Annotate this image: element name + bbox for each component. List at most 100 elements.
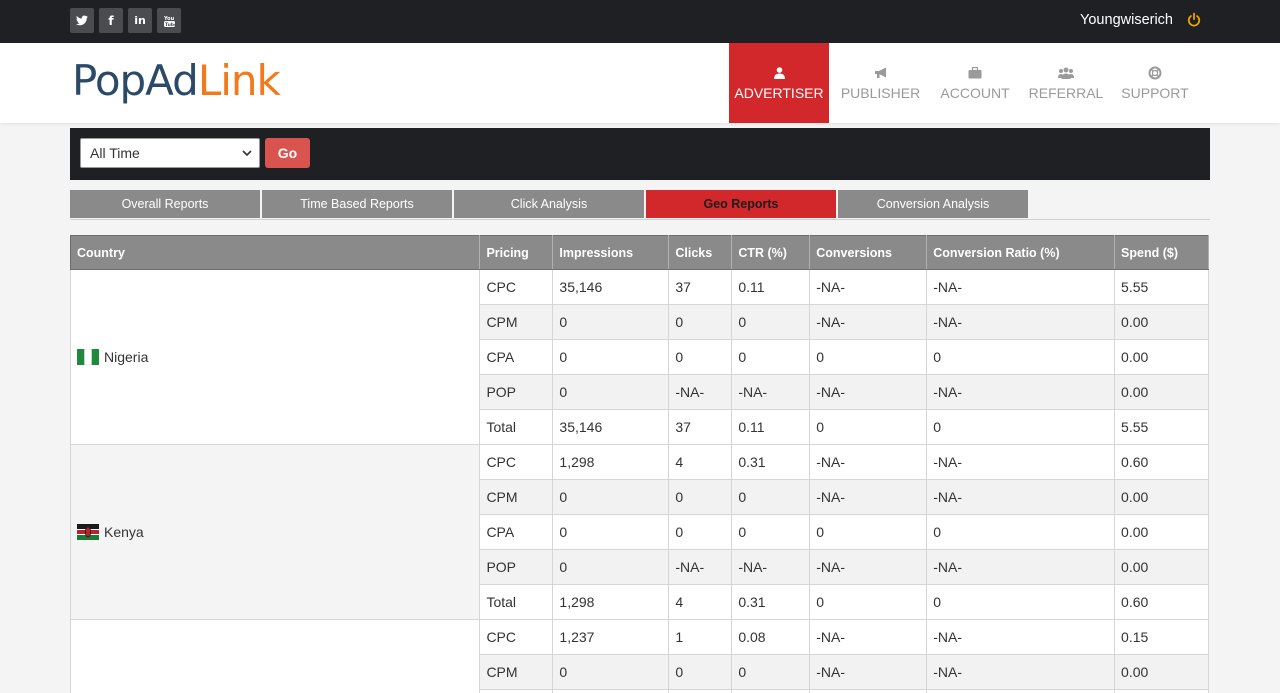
col-header-conversions[interactable]: Conversions	[809, 235, 928, 270]
cell-conversion-ratio: 0	[926, 584, 1116, 620]
cell-pricing: Total	[479, 409, 554, 445]
country-name: Nigeria	[104, 349, 149, 365]
cell-impressions: 35,146	[552, 409, 670, 445]
cell-spend: 5.55	[1114, 269, 1209, 305]
user-icon	[771, 66, 787, 80]
top-bar: f in YouTube Youngwiserich	[0, 0, 1280, 43]
cell-spend: 0.00	[1114, 514, 1209, 550]
cell-conversions: -NA-	[809, 654, 928, 690]
cell-pricing: CPM	[479, 654, 554, 690]
cell-conversions: -NA-	[809, 444, 928, 480]
cell-clicks: 37	[668, 269, 733, 305]
cell-pricing: CPC	[479, 619, 554, 655]
cell-pricing: Total	[479, 584, 554, 620]
cell-conversions: -NA-	[809, 374, 928, 410]
bullhorn-icon	[873, 66, 889, 80]
col-header-conversion-ratio[interactable]: Conversion Ratio (%)	[926, 235, 1116, 270]
cell-conversion-ratio: -NA-	[926, 269, 1116, 305]
time-range-select[interactable]: All Time	[80, 138, 260, 168]
nav-advertiser[interactable]: ADVERTISER	[729, 43, 829, 123]
table-row: CPC 1,237 1 0.08 -NA- -NA- 0.15	[69, 619, 1209, 693]
filter-bar: All Time Go	[70, 128, 1210, 180]
linkedin-icon[interactable]: in	[128, 8, 152, 33]
cell-clicks: 0	[668, 304, 733, 340]
cell-pricing: CPC	[479, 444, 554, 480]
cell-clicks: 37	[668, 409, 733, 445]
twitter-icon[interactable]	[70, 8, 94, 33]
cell-spend: 0.00	[1114, 549, 1209, 585]
geo-report-table-wrap: Country Pricing Impressions Clicks CTR (…	[69, 235, 1209, 693]
life-ring-icon	[1147, 66, 1163, 80]
cell-spend	[1114, 689, 1209, 693]
cell-pricing: CPA	[479, 514, 554, 550]
cell-spend: 0.15	[1114, 619, 1209, 655]
col-header-pricing[interactable]: Pricing	[479, 235, 554, 270]
youtube-icon[interactable]: YouTube	[157, 8, 181, 33]
col-header-clicks[interactable]: Clicks	[668, 235, 733, 270]
svg-text:Tube: Tube	[165, 22, 175, 27]
cell-conversions: 0	[809, 339, 928, 375]
cell-ctr: 0.31	[731, 444, 811, 480]
power-icon[interactable]	[1187, 12, 1201, 28]
cell-conversions: -NA-	[809, 479, 928, 515]
nav-referral[interactable]: REFERRAL	[1018, 43, 1114, 123]
cell-conversion-ratio: -NA-	[926, 654, 1116, 690]
cell-conversion-ratio: -NA-	[926, 479, 1116, 515]
cell-pricing: CPM	[479, 304, 554, 340]
cell-spend: 0.60	[1114, 444, 1209, 480]
cell-pricing: CPA	[479, 339, 554, 375]
nav-support[interactable]: SUPPORT	[1114, 43, 1196, 123]
cell-conversion-ratio: -NA-	[926, 304, 1116, 340]
cell-conversions	[809, 689, 928, 693]
cell-conversions: -NA-	[809, 304, 928, 340]
cell-impressions: 0	[552, 374, 670, 410]
cell-impressions	[552, 689, 670, 693]
cell-impressions: 1,237	[552, 619, 670, 655]
country-name: Kenya	[104, 524, 144, 540]
col-header-country[interactable]: Country	[69, 235, 481, 270]
cell-conversions: -NA-	[809, 269, 928, 305]
cell-clicks: 0	[668, 654, 733, 690]
tab-conversion-analysis[interactable]: Conversion Analysis	[838, 190, 1028, 218]
username[interactable]: Youngwiserich	[1080, 12, 1173, 28]
social-links: f in YouTube	[70, 8, 181, 33]
nav-publisher[interactable]: PUBLISHER	[829, 43, 932, 123]
popadlink-logo[interactable]: PopAdLink	[72, 55, 281, 107]
cell-conversions: -NA-	[809, 549, 928, 585]
country-cell: Kenya	[69, 444, 481, 620]
cell-impressions: 0	[552, 549, 670, 585]
cell-spend: 0.00	[1114, 339, 1209, 375]
nigeria-flag-icon	[76, 348, 100, 366]
cell-conversion-ratio	[926, 689, 1116, 693]
col-header-spend[interactable]: Spend ($)	[1114, 235, 1209, 270]
cell-ctr: 0	[731, 479, 811, 515]
cell-conversions: 0	[809, 514, 928, 550]
cell-conversion-ratio: 0	[926, 339, 1116, 375]
cell-spend: 0.00	[1114, 304, 1209, 340]
cell-impressions: 1,298	[552, 584, 670, 620]
col-header-impressions[interactable]: Impressions	[552, 235, 670, 270]
kenya-flag-icon	[77, 524, 99, 540]
cell-impressions: 0	[552, 654, 670, 690]
cell-conversion-ratio: 0	[926, 514, 1116, 550]
cell-ctr: 0.11	[731, 269, 811, 305]
cell-clicks: -NA-	[668, 374, 733, 410]
country-cell	[69, 619, 481, 693]
cell-ctr: 0.08	[731, 619, 811, 655]
nav-account[interactable]: ACCOUNT	[932, 43, 1018, 123]
cell-clicks: 0	[668, 514, 733, 550]
cell-conversion-ratio: -NA-	[926, 444, 1116, 480]
tab-geo-reports[interactable]: Geo Reports	[646, 190, 836, 218]
chevron-down-icon	[242, 150, 252, 157]
cell-impressions: 0	[552, 514, 670, 550]
cell-clicks: 4	[668, 584, 733, 620]
go-button[interactable]: Go	[265, 138, 310, 168]
site-header: PopAdLink ADVERTISER PUBLISHER ACCOUNT R…	[0, 43, 1280, 123]
tab-time-based-reports[interactable]: Time Based Reports	[262, 190, 452, 218]
tab-overall-reports[interactable]: Overall Reports	[70, 190, 260, 218]
col-header-ctr[interactable]: CTR (%)	[731, 235, 811, 270]
facebook-icon[interactable]: f	[99, 8, 123, 33]
cell-ctr: 0.31	[731, 584, 811, 620]
tab-click-analysis[interactable]: Click Analysis	[454, 190, 644, 218]
cell-conversion-ratio: 0	[926, 409, 1116, 445]
